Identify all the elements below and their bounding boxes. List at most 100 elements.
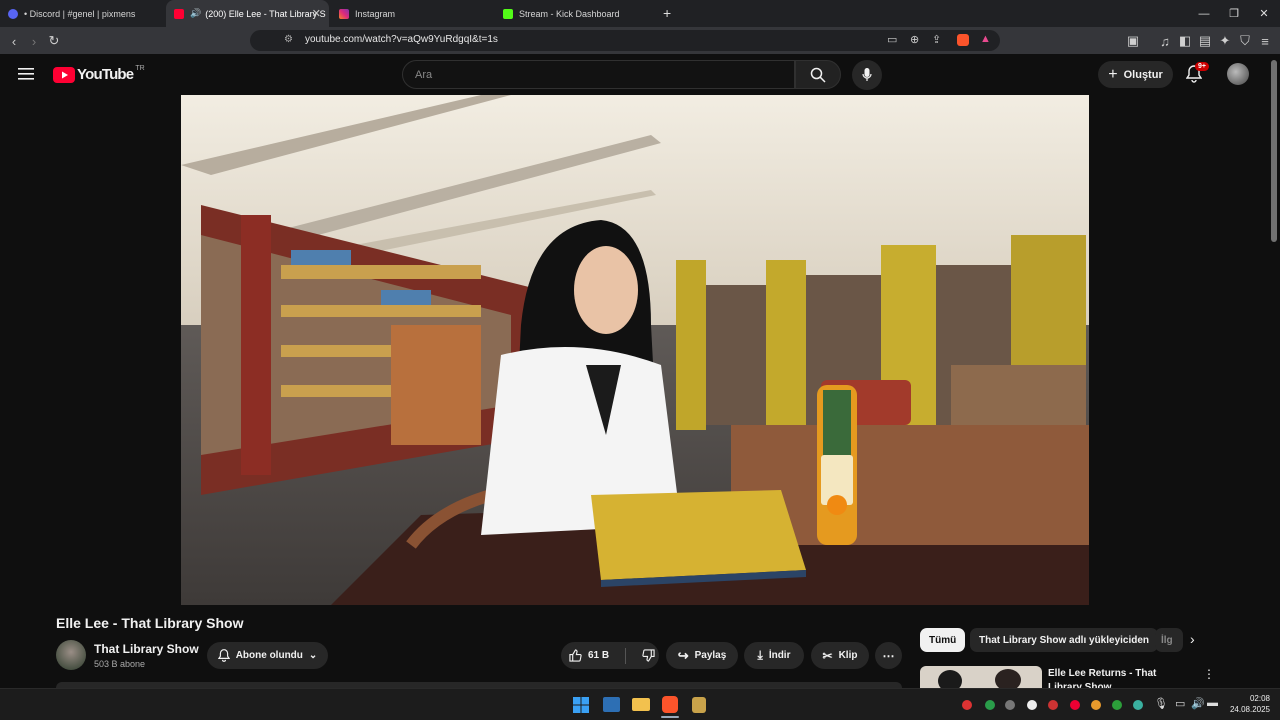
file-explorer-icon[interactable]	[632, 698, 650, 711]
forward-icon[interactable]: ›	[24, 31, 44, 51]
video-title: Elle Lee - That Library Show	[56, 615, 244, 631]
plus-icon: +	[1108, 65, 1118, 83]
tray-app-icon[interactable]	[1112, 700, 1122, 710]
more-horizontal-icon: ⋯	[882, 648, 895, 663]
url-text: youtube.com/watch?v=aQw9YuRdgqI&t=1s	[305, 34, 498, 45]
like-dislike-group: 61 B	[561, 642, 659, 669]
bell-icon	[217, 649, 230, 662]
tab-label: (200) Elle Lee - That Library S	[205, 8, 326, 19]
youtube-wordmark: YouTube	[77, 66, 134, 83]
share-icon: ↪	[677, 647, 689, 663]
channel-avatar[interactable]	[56, 640, 86, 670]
like-count: 61 B	[588, 650, 610, 661]
brave-rewards-icon[interactable]: ▲	[980, 33, 991, 45]
vpn-icon[interactable]: ⛉	[1235, 31, 1255, 51]
microphone-tray-icon[interactable]: 🎙	[1154, 697, 1168, 710]
voice-search-button[interactable]	[852, 60, 882, 90]
page-scrollbar[interactable]	[1271, 60, 1277, 242]
notification-badge: 9+	[1195, 62, 1209, 71]
recommended-title[interactable]: Elle Lee Returns - That Library Show	[1048, 667, 1193, 688]
youtube-logo[interactable]: YouTube TR	[53, 65, 145, 83]
reload-icon[interactable]: ↻	[44, 31, 64, 51]
video-frame-library-scene	[181, 95, 1089, 605]
tray-app-icon[interactable]	[1027, 700, 1037, 710]
brave-shields-icon[interactable]	[957, 34, 969, 46]
chip-related[interactable]: İlg	[1155, 628, 1183, 652]
app-icon[interactable]	[692, 697, 706, 713]
like-button[interactable]: 61 B	[569, 649, 609, 662]
share-button[interactable]: ↪ Paylaş	[666, 642, 738, 669]
notifications-button[interactable]: 9+	[1185, 62, 1209, 88]
browser-tab-strip: • Discord | #genel | pixmens 🔊 (200) Ell…	[0, 0, 1280, 27]
search-icon	[810, 67, 826, 83]
minimize-icon[interactable]: —	[1188, 0, 1220, 27]
discord-favicon-icon	[8, 8, 18, 19]
clock[interactable]: 02:08 24.08.2025	[1228, 693, 1270, 715]
share-page-icon[interactable]: ⇪	[932, 33, 941, 46]
time-text: 02:08	[1249, 694, 1270, 703]
chips-next-icon[interactable]: ›	[1190, 631, 1195, 647]
thumbs-down-icon	[642, 649, 655, 662]
sidebar-icon[interactable]: ◧	[1175, 31, 1195, 51]
back-icon[interactable]: ‹	[4, 31, 24, 51]
thumbnail-person	[938, 670, 962, 688]
search-button[interactable]	[795, 60, 841, 89]
active-app-indicator	[661, 716, 679, 718]
windows-start-icon[interactable]	[573, 697, 589, 713]
tray-app-icon[interactable]	[1133, 700, 1143, 710]
cast-icon[interactable]: ▭	[887, 33, 897, 46]
tab-youtube[interactable]: 🔊 (200) Elle Lee - That Library S ✕	[166, 0, 329, 27]
menu-icon[interactable]: ≡	[1255, 31, 1275, 51]
battery-icon[interactable]: ▬	[1207, 697, 1218, 709]
speaker-icon: 🔊	[190, 8, 202, 18]
network-icon[interactable]: ▭	[1175, 697, 1185, 710]
restore-icon[interactable]: ❐	[1218, 0, 1250, 27]
search-input[interactable]: Ara	[402, 60, 795, 89]
tray-app-icon[interactable]	[1005, 700, 1015, 710]
close-tab-icon[interactable]: ✕	[312, 7, 321, 20]
video-player[interactable]	[181, 95, 1089, 605]
avatar[interactable]	[1227, 63, 1249, 85]
scissors-icon: ✂	[822, 648, 833, 663]
chip-all[interactable]: Tümü	[920, 628, 966, 652]
tray-app-icon[interactable]	[962, 700, 972, 710]
download-button[interactable]: ⤓ İndir	[744, 642, 804, 669]
tray-app-icon[interactable]	[1091, 700, 1101, 710]
tab-discord[interactable]: • Discord | #genel | pixmens	[0, 0, 166, 27]
search-placeholder: Ara	[415, 69, 433, 81]
instagram-favicon-icon	[339, 8, 349, 19]
kick-favicon-icon	[503, 8, 513, 19]
more-vertical-icon[interactable]: ⋮	[1203, 667, 1215, 681]
address-bar[interactable]: ⚙ youtube.com/watch?v=aQw9YuRdgqI&t=1s ▭…	[250, 30, 1000, 51]
recommended-thumbnail[interactable]	[920, 666, 1042, 688]
subscriber-count: 503 B abone	[94, 659, 146, 669]
new-tab-icon[interactable]: +	[663, 5, 671, 21]
microphone-icon	[862, 68, 872, 81]
zoom-icon[interactable]: ⊕	[910, 33, 919, 46]
chip-from-uploader[interactable]: That Library Show adlı yükleyiciden	[970, 628, 1159, 652]
widgets-icon[interactable]	[603, 697, 620, 712]
hamburger-menu-icon[interactable]	[18, 67, 34, 86]
create-button[interactable]: + Oluştur	[1098, 61, 1173, 88]
more-actions-button[interactable]: ⋯	[875, 642, 902, 669]
youtube-header: YouTube TR Ara + Oluştur 9+	[0, 54, 1280, 95]
dislike-button[interactable]	[642, 649, 655, 662]
tab-instagram[interactable]: Instagram	[331, 0, 494, 27]
close-window-icon[interactable]: ✕	[1248, 0, 1280, 27]
subscribe-button[interactable]: Abone olundu ⌄	[207, 642, 328, 669]
channel-name[interactable]: That Library Show	[94, 642, 199, 656]
tray-app-icon[interactable]	[985, 700, 995, 710]
tray-app-icon[interactable]	[1048, 700, 1058, 710]
tray-app-icon[interactable]	[1070, 700, 1080, 710]
clip-button[interactable]: ✂ Klip	[811, 642, 869, 669]
site-info-icon[interactable]: ⚙	[284, 34, 293, 45]
brave-browser-icon[interactable]	[662, 696, 678, 713]
tab-kick[interactable]: Stream - Kick Dashboard	[495, 0, 658, 27]
share-label: Paylaş	[694, 650, 727, 661]
wallet-icon[interactable]: ▤	[1195, 31, 1215, 51]
tab-label: • Discord | #genel | pixmens	[24, 8, 136, 19]
leo-ai-icon[interactable]: ✦	[1215, 31, 1235, 51]
volume-icon[interactable]: 🔊	[1191, 697, 1205, 710]
media-icon[interactable]: ♫	[1155, 31, 1175, 51]
sidebar-tabs-icon[interactable]: ▣	[1123, 31, 1143, 51]
